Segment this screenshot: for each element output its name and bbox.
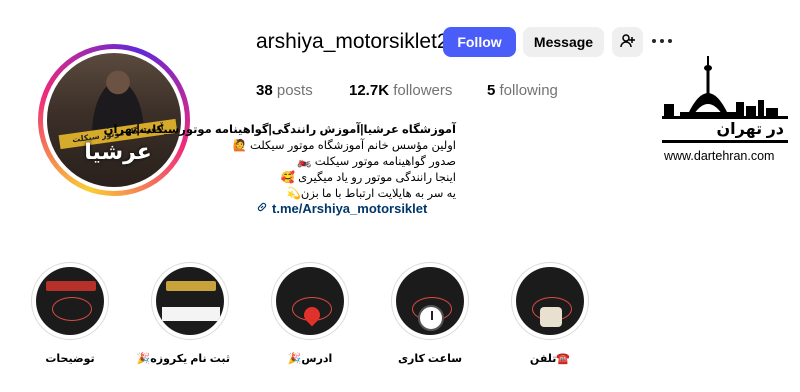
more-dot-icon xyxy=(668,39,672,43)
highlight-label: ساعت کاری xyxy=(397,353,463,365)
highlight-cover-banner xyxy=(46,281,96,291)
story-highlight[interactable]: توضیحات xyxy=(30,262,110,365)
logo-text: در تهران xyxy=(716,121,784,138)
followers-number: 12.7K xyxy=(349,82,390,99)
link-text: t.me/Arshiya_motorsiklet xyxy=(272,201,428,216)
highlight-cover-banner xyxy=(166,281,216,291)
highlight-ring xyxy=(391,262,469,340)
avatar-name-text: عرشیا xyxy=(84,139,152,164)
bio-external-link[interactable]: t.me/Arshiya_motorsiklet xyxy=(256,201,427,216)
highlight-cover xyxy=(156,267,224,335)
telephone-icon xyxy=(540,307,562,327)
highlight-cover xyxy=(36,267,104,335)
clock-icon xyxy=(418,305,444,331)
more-dot-icon xyxy=(652,39,656,43)
following-link[interactable]: 5 following xyxy=(487,82,558,99)
watermark-url: www.dartehran.com xyxy=(664,149,775,163)
more-options-button[interactable] xyxy=(652,33,676,49)
profile-avatar-frame: آموزشگاه موتور سیکلت عرشیا xyxy=(43,49,185,191)
bio-line: صدور گواهینامه موتور سیکلت 🏍️ xyxy=(297,156,456,168)
highlight-ring xyxy=(511,262,589,340)
posts-label: posts xyxy=(276,82,313,99)
highlight-ring xyxy=(31,262,109,340)
follow-button[interactable]: Follow xyxy=(443,27,516,57)
highlight-cover xyxy=(396,267,464,335)
followers-label: followers xyxy=(393,82,453,99)
highlight-cover xyxy=(516,267,584,335)
followers-link[interactable]: 12.7K followers xyxy=(349,82,452,99)
profile-bio: آموزشگاه عرشیا|آموزش رانندگی|گواهینامه م… xyxy=(103,122,456,202)
message-button[interactable]: Message xyxy=(523,27,604,57)
highlight-cover-graphic xyxy=(162,307,220,321)
profile-avatar: آموزشگاه موتور سیکلت عرشیا xyxy=(47,53,181,187)
link-icon xyxy=(256,201,268,216)
profile-avatar-ring[interactable]: آموزشگاه موتور سیکلت عرشیا xyxy=(38,44,190,196)
story-highlight[interactable]: ☎️تلفن xyxy=(510,262,590,365)
posts-number: 38 xyxy=(256,82,273,99)
profile-username: arshiya_motorsiklet2 xyxy=(256,30,449,53)
posts-count: 38 posts xyxy=(256,82,313,99)
bio-title: آموزشگاه عرشیا|آموزش رانندگی|گواهینامه م… xyxy=(103,124,456,136)
highlight-ring xyxy=(271,262,349,340)
highlight-label: توضیحات xyxy=(45,353,95,365)
highlight-cover xyxy=(276,267,344,335)
bio-line: اینجا رانندگی موتور رو یاد میگیری 🥰 xyxy=(280,172,456,184)
bio-line: یه سر به هایلایت ارتباط با ما بزن💫 xyxy=(286,188,456,200)
highlight-label: ☎️تلفن xyxy=(529,353,571,365)
bio-line: اولین مؤسس خانم آموزشگاه موتور سیکلت 🙋 xyxy=(232,140,456,152)
person-add-icon xyxy=(619,33,636,52)
story-highlight[interactable]: ادرس🎉 xyxy=(270,262,350,365)
highlight-label: ثبت نام یکروزه🎉 xyxy=(136,353,230,365)
story-highlight[interactable]: ثبت نام یکروزه🎉 xyxy=(136,262,230,365)
highlight-cover-graphic xyxy=(52,297,92,321)
suggested-users-button[interactable] xyxy=(612,27,643,57)
more-dot-icon xyxy=(660,39,664,43)
story-highlight[interactable]: ساعت کاری xyxy=(390,262,470,365)
following-label: following xyxy=(499,82,558,99)
highlight-ring xyxy=(151,262,229,340)
highlight-label: ادرس🎉 xyxy=(287,353,333,365)
following-number: 5 xyxy=(487,82,496,99)
